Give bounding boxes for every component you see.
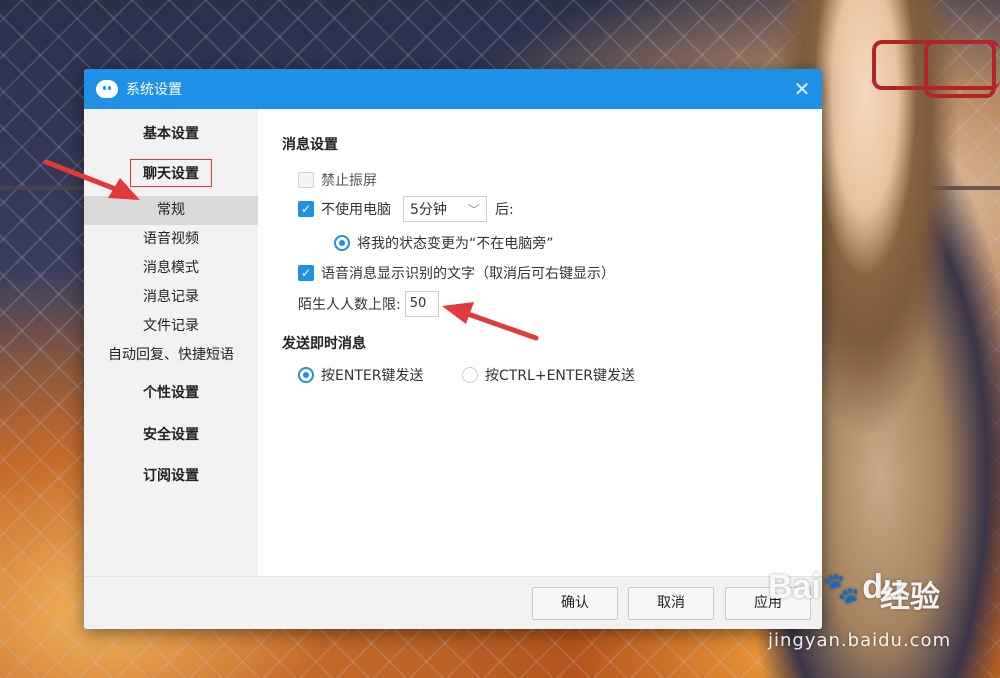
away-status-radio[interactable] (334, 235, 350, 251)
sidebar-item-personal[interactable]: 个性设置 (84, 382, 258, 402)
app-logo-icon (96, 80, 118, 98)
away-status-option[interactable]: 将我的状态变更为“不在电脑旁” (334, 233, 554, 253)
watermark-url: jingyan.baidu.com (768, 630, 952, 651)
stranger-limit-input[interactable]: 50 (404, 291, 439, 317)
watermark-jingyan: 经验 (880, 580, 940, 615)
away-duration-select[interactable]: 5分钟 ﹀ (403, 196, 487, 222)
annotation-arrow-left (43, 159, 140, 200)
wallpaper-glasses (872, 40, 1000, 98)
cancel-button[interactable]: 取消 (628, 587, 714, 620)
away-checkbox[interactable]: ✓ (298, 201, 314, 217)
sidebar-item-file-history[interactable]: 文件记录 (84, 312, 258, 341)
baidu-jingyan-watermark: Bai🐾du 经验 jingyan.baidu.com (768, 568, 988, 668)
title-bar[interactable]: 系统设置 ✕ (84, 69, 822, 109)
sidebar-item-voice-video[interactable]: 语音视频 (84, 225, 258, 254)
sidebar-item-auto-reply[interactable]: 自动回复、快捷短语 (84, 341, 258, 370)
close-icon[interactable]: ✕ (790, 77, 814, 101)
section-title-send: 发送即时消息 (282, 336, 366, 352)
sidebar-item-security[interactable]: 安全设置 (84, 424, 258, 444)
send-enter-option[interactable]: 按ENTER键发送 (298, 365, 423, 385)
ok-button[interactable]: 确认 (532, 587, 618, 620)
voice-text-option[interactable]: ✓ 语音消息显示识别的文字（取消后可右键显示） (298, 263, 615, 283)
paw-icon: 🐾 (822, 572, 861, 605)
send-ctrl-enter-option[interactable]: 按CTRL+ENTER键发送 (462, 365, 635, 385)
away-option: ✓ 不使用电脑 5分钟 ﹀ 后: (298, 196, 514, 222)
send-enter-radio[interactable] (298, 367, 314, 383)
section-title-message: 消息设置 (282, 137, 338, 153)
settings-dialog: 系统设置 ✕ 基本设置 聊天设置 常规 语音视频 消息模式 消息记录 文件记录 … (84, 69, 822, 629)
sidebar-item-subscription[interactable]: 订阅设置 (84, 465, 258, 485)
dialog-footer: 确认 取消 应用 (84, 576, 822, 629)
voice-text-checkbox[interactable]: ✓ (298, 265, 314, 281)
window-title: 系统设置 (126, 82, 182, 98)
disable-vibrate-option[interactable]: 禁止振屏 (298, 170, 377, 190)
sidebar-item-message-mode[interactable]: 消息模式 (84, 254, 258, 283)
stranger-limit-option: 陌生人人数上限: 50 (298, 291, 439, 317)
sidebar-item-message-history[interactable]: 消息记录 (84, 283, 258, 312)
sidebar-item-basic[interactable]: 基本设置 (84, 123, 258, 143)
check-icon: ✓ (300, 266, 312, 280)
send-ctrl-enter-radio[interactable] (462, 367, 478, 383)
chevron-down-icon: ﹀ (467, 202, 480, 217)
annotation-arrow-right (442, 302, 539, 341)
check-icon: ✓ (300, 202, 312, 216)
disable-vibrate-checkbox[interactable] (298, 172, 314, 188)
